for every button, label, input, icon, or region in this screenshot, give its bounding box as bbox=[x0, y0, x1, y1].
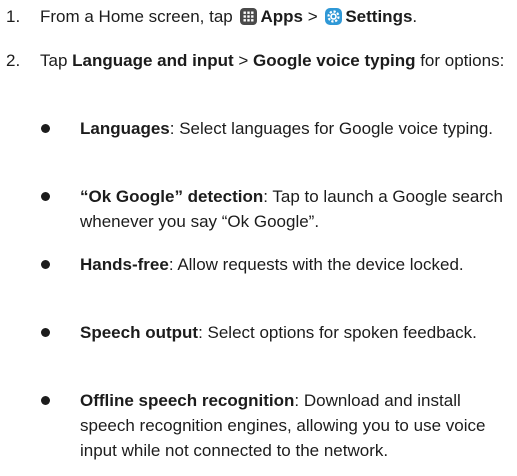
bullet-icon bbox=[41, 396, 50, 405]
option-description: : Select languages for Google voice typi… bbox=[169, 119, 493, 138]
option-term: Languages bbox=[80, 119, 170, 138]
google-voice-typing-label: Google voice typing bbox=[253, 51, 416, 70]
step-text: From a Home screen, tap Apps > Settings. bbox=[40, 7, 418, 26]
option-term: Speech output bbox=[80, 323, 199, 342]
apps-grid-icon bbox=[240, 8, 258, 25]
step-number: 1. bbox=[6, 7, 21, 26]
option-term: Offline speech recognition bbox=[80, 391, 295, 410]
bullet-icon bbox=[41, 260, 50, 269]
bullet-icon bbox=[41, 124, 50, 133]
step-number: 2. bbox=[6, 51, 21, 70]
option-description: : Select options for spoken feedback. bbox=[198, 323, 477, 342]
option-term: Hands-free bbox=[80, 255, 169, 274]
settings-gear-icon bbox=[325, 8, 343, 25]
step-text: Tap Language and input > Google voice ty… bbox=[40, 51, 505, 70]
language-and-input-label: Language and input bbox=[72, 51, 234, 70]
settings-label: Settings bbox=[345, 7, 413, 26]
instructions-document: 1. From a Home screen, tap Apps > Settin… bbox=[0, 0, 517, 476]
bullet-icon bbox=[41, 328, 50, 337]
apps-label: Apps bbox=[260, 7, 303, 26]
option-term: “Ok Google” detection bbox=[80, 187, 264, 206]
option-description: : Allow requests with the device locked. bbox=[168, 255, 464, 274]
bullet-icon bbox=[41, 192, 50, 201]
